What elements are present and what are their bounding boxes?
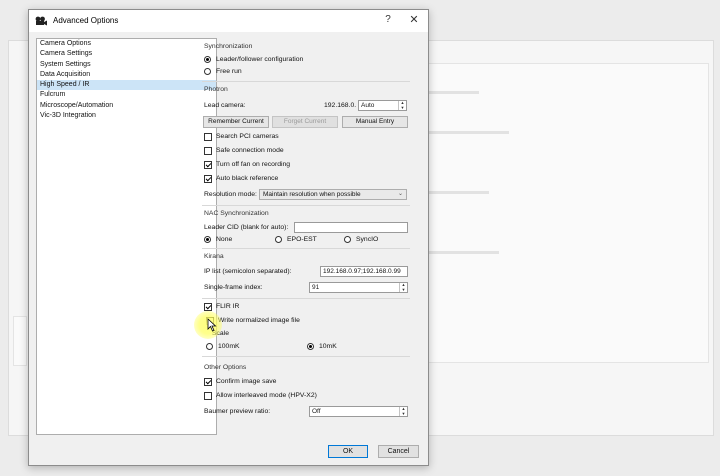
other-options-heading: Other Options (204, 364, 247, 371)
spin-arrows-icon[interactable]: ▲ ▼ (399, 282, 407, 292)
lead-camera-value: Auto (361, 102, 375, 109)
background-panel (13, 316, 27, 366)
nav-item[interactable]: Camera Settings (37, 49, 216, 59)
nac-syncio-label: SyncIO (356, 236, 379, 243)
spin-arrows-icon[interactable]: ▲ ▼ (398, 100, 406, 110)
section-divider (202, 81, 410, 82)
scale-100mk-label: 100mK (218, 343, 240, 350)
cancel-button[interactable]: Cancel (378, 445, 419, 458)
confirm-save-label: Confirm image save (216, 378, 277, 385)
auto-black-checkbox[interactable] (204, 175, 212, 183)
scale-10mk-radio[interactable] (307, 343, 314, 350)
nac-syncio-radio[interactable] (344, 236, 351, 243)
nav-item[interactable]: System Settings (37, 60, 216, 70)
remember-current-button[interactable]: Remember Current (203, 116, 269, 128)
section-divider (202, 356, 410, 357)
nav-item[interactable]: Vic-3D Integration (37, 111, 216, 121)
camera-icon (35, 16, 47, 26)
mouse-pointer-icon (207, 318, 217, 332)
fan-off-label: Turn off fan on recording (216, 161, 291, 168)
background-line (419, 131, 509, 134)
manual-entry-button[interactable]: Manual Entry (342, 116, 408, 128)
nac-none-label: None (216, 236, 233, 243)
flir-ir-checkbox[interactable] (204, 303, 212, 311)
leader-cid-input[interactable] (294, 222, 408, 233)
chevron-down-icon: ⌄ (397, 191, 403, 197)
lead-camera-ip-prefix: 192.168.0. (324, 102, 357, 109)
single-frame-value: 91 (312, 284, 320, 291)
nac-none-radio[interactable] (204, 236, 211, 243)
ok-button[interactable]: OK (328, 445, 368, 458)
leader-follower-label: Leader/follower configuration (216, 56, 304, 63)
lead-camera-label: Lead camera: (204, 102, 246, 109)
flir-ir-label: FLIR IR (216, 303, 240, 310)
nav-item[interactable]: High Speed / IR (37, 80, 216, 91)
leader-follower-radio[interactable] (204, 56, 211, 63)
title-bar: Advanced Options ? ✕ (29, 10, 428, 32)
search-pci-checkbox[interactable] (204, 133, 212, 141)
help-button[interactable]: ? (381, 14, 395, 25)
lead-camera-spinbox[interactable]: Auto ▲ ▼ (358, 100, 407, 111)
write-normalized-label: Write normalized image file (218, 317, 300, 324)
section-divider (202, 248, 410, 249)
nac-epo-label: EPO-EST (287, 236, 317, 243)
scale-100mk-radio[interactable] (206, 343, 213, 350)
interleaved-checkbox[interactable] (204, 392, 212, 400)
search-pci-label: Search PCI cameras (216, 133, 279, 140)
ip-list-label: IP list (semicolon separated): (204, 268, 292, 275)
section-divider (202, 298, 410, 299)
baumer-preview-spinbox[interactable]: Off ▲ ▼ (309, 406, 408, 417)
options-category-list: Camera Options Camera Settings System Sett… (36, 38, 217, 435)
settings-panel: Synchronization Leader/follower configur… (199, 38, 413, 436)
safe-connection-checkbox[interactable] (204, 147, 212, 155)
nav-item[interactable]: Microscope/Automation (37, 101, 216, 111)
interleaved-label: Allow interleaved mode (HPV-X2) (216, 392, 317, 399)
baumer-preview-label: Baumer preview ratio: (204, 408, 271, 415)
ip-list-input[interactable]: 192.168.0.97;192.168.0.99 (320, 266, 408, 277)
resolution-mode-value: Maintain resolution when possible (263, 191, 361, 198)
background-line (419, 191, 489, 194)
forget-current-button[interactable]: Forget Current (272, 116, 338, 128)
nav-item[interactable]: Fulcrum (37, 90, 216, 100)
background-panel (409, 63, 709, 363)
safe-connection-label: Safe connection mode (216, 147, 284, 154)
nav-item[interactable]: Camera Options (37, 39, 216, 49)
free-run-label: Free run (216, 68, 242, 75)
baumer-preview-value: Off (312, 408, 321, 415)
free-run-radio[interactable] (204, 68, 211, 75)
background-line (419, 251, 499, 254)
kirana-heading: Kirana (204, 253, 224, 260)
single-frame-spinbox[interactable]: 91 ▲ ▼ (309, 282, 408, 293)
fan-off-checkbox[interactable] (204, 161, 212, 169)
confirm-save-checkbox[interactable] (204, 378, 212, 386)
synchronization-heading: Synchronization (204, 43, 253, 50)
photron-heading: Photron (204, 86, 228, 93)
single-frame-label: Single-frame index: (204, 284, 263, 291)
leader-cid-label: Leader CID (blank for auto): (204, 224, 289, 231)
advanced-options-dialog: Advanced Options ? ✕ Camera Options Camer… (28, 9, 429, 466)
spin-arrows-icon[interactable]: ▲ ▼ (399, 406, 407, 416)
scale-10mk-label: 10mK (319, 343, 337, 350)
nav-item[interactable]: Data Acquisition (37, 70, 216, 80)
resolution-mode-dropdown[interactable]: Maintain resolution when possible ⌄ (259, 189, 407, 200)
nac-epo-radio[interactable] (275, 236, 282, 243)
dialog-title: Advanced Options (53, 16, 119, 25)
nac-heading: NAC Synchronization (204, 210, 269, 217)
auto-black-label: Auto black reference (216, 175, 279, 182)
resolution-mode-label: Resolution mode: (204, 191, 257, 198)
section-divider (202, 205, 410, 206)
close-button[interactable]: ✕ (407, 13, 421, 26)
